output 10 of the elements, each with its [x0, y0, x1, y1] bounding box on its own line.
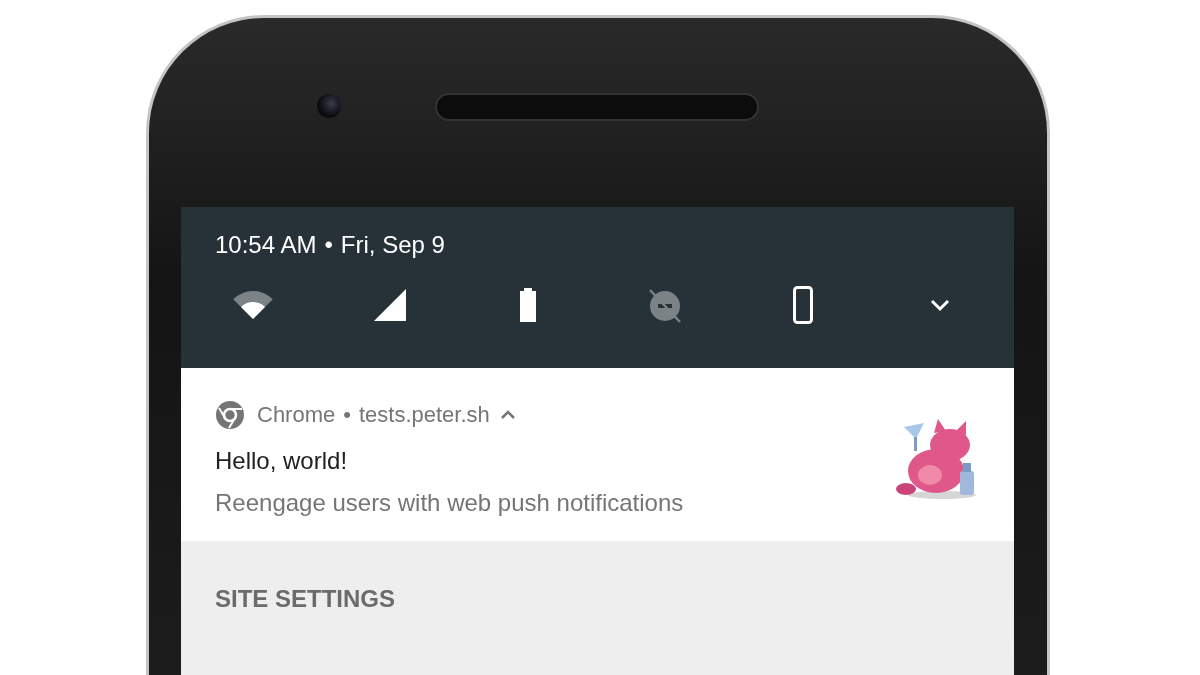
time-text: 10:54 AM: [215, 230, 317, 260]
site-settings-button[interactable]: SITE SETTINGS: [215, 581, 396, 617]
notification-title: Hello, world!: [215, 446, 349, 476]
date-text: Fri, Sep 9: [340, 230, 445, 260]
site-origin: tests.peter.sh: [358, 401, 490, 429]
separator-dot: •: [324, 230, 333, 260]
notification-card[interactable]: Chrome • tests.peter.sh Hello, world! Reengage users with web push notifications: [181, 368, 1014, 541]
notification-body: Reengage users with web push notifications: [215, 488, 685, 518]
separator-dot: •: [343, 401, 351, 429]
app-name: Chrome: [257, 401, 336, 429]
